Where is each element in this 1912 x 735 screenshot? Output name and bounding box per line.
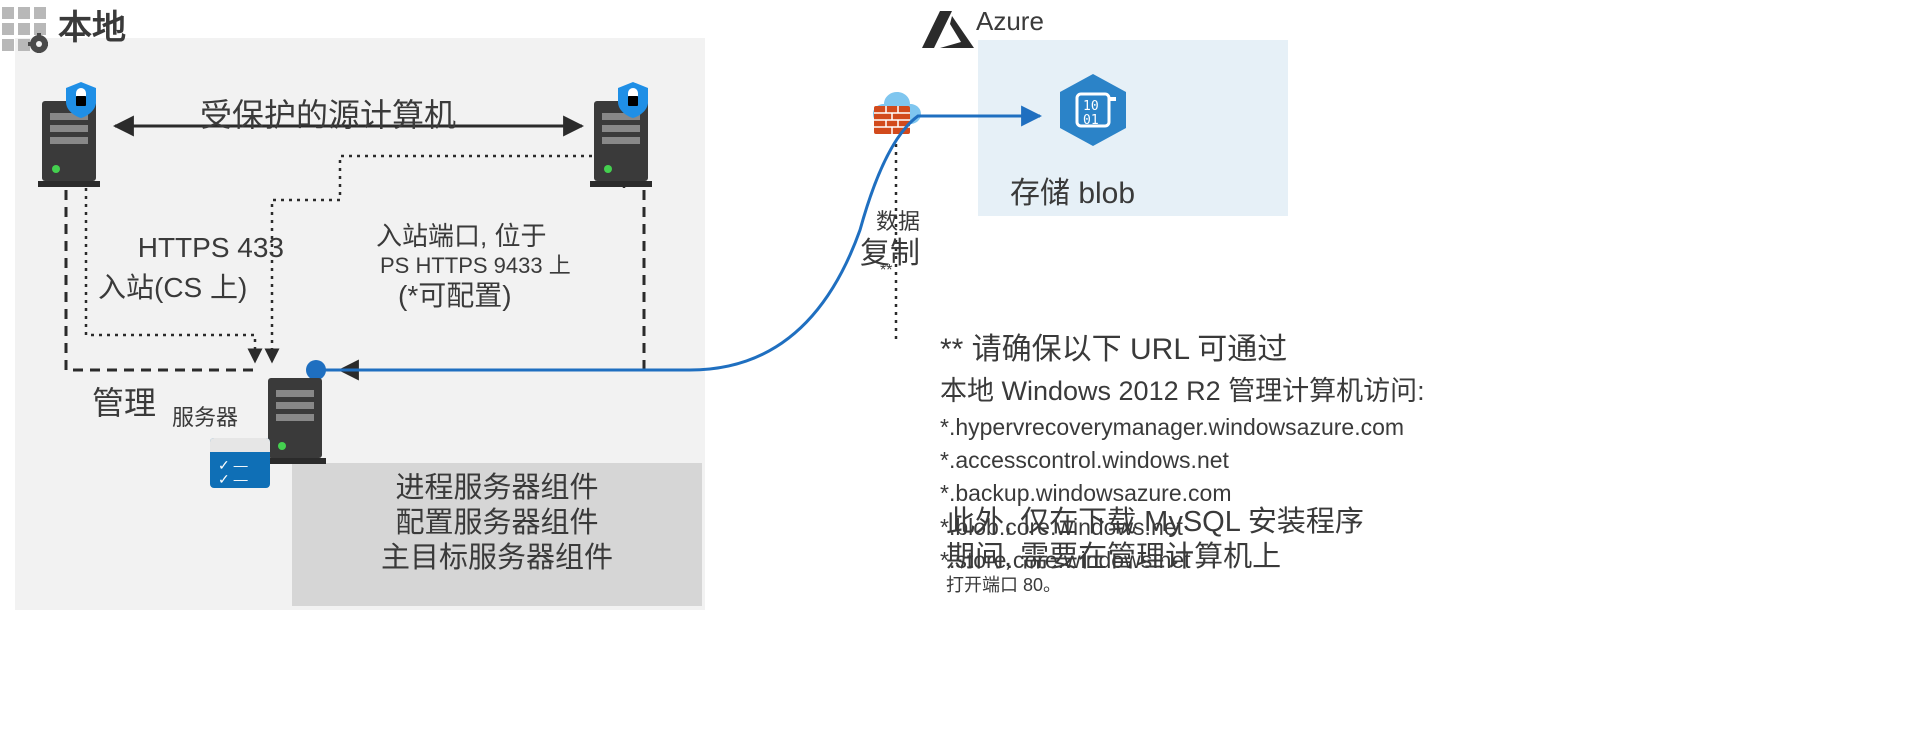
- port80-note-3: 打开端口 80。: [946, 575, 1364, 597]
- port80-note: 此外, 仅在下载 MySQL 安装程序 期间, 需要在管理计算机上 打开端口 8…: [946, 505, 1364, 596]
- url-heading-1: ** 请确保以下 URL 可通过: [940, 328, 1425, 372]
- management-label: 管理: [92, 378, 156, 424]
- shield-icon: [66, 82, 96, 118]
- url-heading-2: 本地 Windows 2012 R2 管理计算机访问:: [940, 372, 1425, 411]
- protected-source-label: 受保护的源计算机: [200, 90, 456, 136]
- https-cs-label-2: 入站(CS 上): [98, 266, 247, 306]
- replication-stars: **: [880, 262, 892, 280]
- url-item-2: *.accesscontrol.windows.net: [940, 444, 1425, 477]
- url-item-1: *.hypervrecoverymanager.windowsazure.com: [940, 411, 1425, 444]
- port80-note-1: 此外, 仅在下载 MySQL 安装程序: [946, 505, 1364, 540]
- shield-icon: [618, 82, 648, 118]
- management-server-icon: [264, 374, 326, 464]
- server-sublabel: 服务器: [172, 400, 238, 432]
- checklist-icon: ✓ —✓ —: [210, 438, 270, 488]
- inbound-port-label-3: (*可配置): [398, 274, 512, 314]
- port80-note-2: 期间, 需要在管理计算机上: [946, 540, 1364, 575]
- https-cs-label-1: HTTPS 433: [114, 232, 284, 264]
